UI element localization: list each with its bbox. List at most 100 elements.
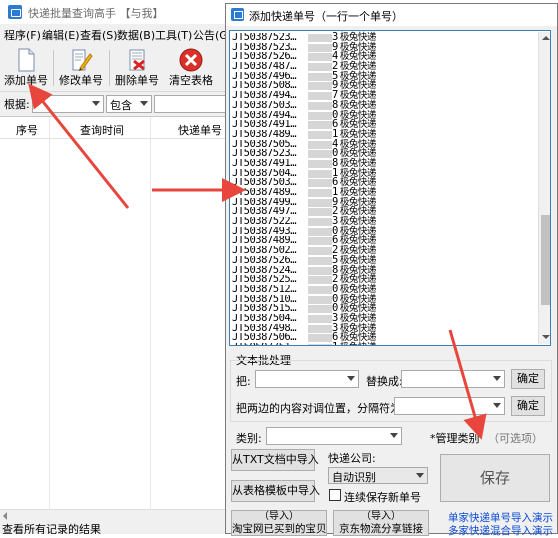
optional-note: （可选项） (488, 432, 543, 445)
import-txt-button[interactable]: 从TXT文档中导入 (231, 449, 319, 471)
redacted-digits (308, 285, 332, 294)
redacted-digits (308, 34, 332, 42)
menu-data[interactable]: 数据(B) (117, 27, 155, 43)
manage-category-link[interactable]: *管理类别 (430, 430, 480, 446)
multi-courier-demo-link[interactable]: 多家快递混合导入演示 (448, 523, 553, 538)
tracking-number: JT50387487… (232, 62, 297, 72)
category-label: 类别: (236, 432, 262, 445)
dialog-title: 添加快递单号（一行一个单号） (249, 10, 403, 23)
tracking-line: JT50507751… 1极兔快递 (232, 341, 377, 345)
import-table-button[interactable]: 从表格模板中导入 (231, 480, 320, 502)
replace-with-label: 替换成: (366, 375, 403, 388)
col-tracking-number[interactable]: 快递单号 (178, 122, 222, 138)
delete-number-button[interactable]: 删除单号 (112, 44, 162, 90)
menu-edit[interactable]: 编辑(E) (42, 27, 80, 43)
tracking-number: JT50387510… (232, 294, 297, 305)
redacted-digits (308, 43, 332, 52)
chevron-down-icon (493, 403, 501, 408)
tracking-number: JT50387489… (232, 188, 297, 198)
chevron-down-icon (140, 101, 148, 106)
continuous-save-checkbox[interactable] (329, 489, 341, 501)
continuous-save-label: 连续保存新单号 (344, 491, 421, 504)
tracking-number: JT50387504… (232, 313, 297, 324)
main-window: 快递批量查询高手 【与我】 程序(F) 编辑(E) 查看(S) 数据(B) 工具… (0, 0, 232, 534)
category-select[interactable] (266, 427, 402, 445)
courier-select[interactable]: 自动识别 (328, 467, 428, 484)
swap-confirm-button[interactable]: 确定 (511, 396, 545, 416)
results-table: 序号 查询时间 快递单号 (0, 116, 228, 510)
chevron-down-icon (390, 433, 398, 438)
redacted-digits (308, 295, 332, 304)
status-bar: 查看所有记录的结果 (0, 521, 228, 534)
redacted-digits (308, 82, 332, 91)
vertical-scrollbar[interactable] (538, 32, 550, 344)
tracking-number: JT50387524… (232, 265, 297, 276)
filter-keyword-input[interactable] (154, 95, 228, 113)
filter-mode-select[interactable]: 包含 (106, 95, 152, 113)
add-number-label: 添加单号 (4, 74, 48, 87)
save-button[interactable]: 保存 (440, 454, 550, 502)
courier-value: 自动识别 (332, 471, 376, 484)
redacted-digits (308, 266, 332, 275)
clear-table-button[interactable]: 清空表格 (166, 44, 216, 90)
replace-to-select[interactable] (401, 370, 505, 388)
clear-table-label: 清空表格 (169, 74, 213, 87)
redacted-digits (308, 218, 332, 227)
separator-select[interactable] (394, 397, 505, 415)
menu-program[interactable]: 程序(F) (4, 27, 41, 43)
redacted-digits (308, 276, 332, 285)
tracking-number: JT50387497… (232, 207, 297, 218)
scroll-left-icon[interactable] (3, 512, 7, 520)
tracking-numbers-textarea[interactable]: JT50387523… 3 极兔快递 JT50387523… 9 极兔快递 JT503875… (229, 30, 551, 346)
redacted-digits (308, 63, 332, 72)
tracking-number: JT50387522… (232, 217, 297, 227)
redacted-digits (308, 256, 332, 265)
menu-view[interactable]: 查看(S) (80, 27, 118, 43)
tracking-number: JT50387489… (232, 236, 297, 247)
edit-number-button[interactable]: 修改单号 (57, 44, 105, 90)
add-number-button[interactable]: 添加单号 (2, 44, 50, 90)
filter-mode-value: 包含 (110, 99, 132, 112)
menu-tools[interactable]: 工具(T) (155, 27, 192, 43)
import-taobao-button[interactable]: （导入） 淘宝网已买到的宝贝 (231, 510, 327, 536)
replace-label: 把: (236, 375, 251, 388)
tracking-number: JT50387489… (232, 129, 297, 140)
tracking-number: JT50387503… (232, 178, 297, 189)
scroll-down-icon[interactable] (542, 335, 550, 339)
import-jd-button[interactable]: （导入） 京东物流分享链接 (333, 510, 429, 536)
scroll-thumb[interactable] (541, 215, 550, 305)
scroll-up-icon[interactable] (542, 36, 550, 40)
redacted-digits (308, 227, 332, 236)
clear-x-icon (179, 48, 203, 72)
filter-field-select[interactable] (32, 95, 104, 113)
col-query-time[interactable]: 查询时间 (80, 122, 124, 138)
tracking-number: JT50387496… (232, 71, 297, 82)
redacted-digits (308, 130, 332, 139)
replace-confirm-button[interactable]: 确定 (511, 369, 545, 389)
tracking-number: JT50387504… (232, 168, 297, 179)
tracking-tail-digit: 1 (332, 341, 338, 345)
tracking-number: JT50387502… (232, 246, 297, 256)
col-index[interactable]: 序号 (16, 122, 38, 138)
tracking-number: JT50387523… (232, 33, 297, 43)
tracking-number: JT50387494… (232, 91, 297, 101)
chevron-down-icon (493, 376, 501, 381)
redacted-digits (308, 92, 332, 101)
courier-name: 极兔快递 (340, 343, 377, 345)
chevron-down-icon (347, 376, 355, 381)
tracking-number: JT50387506… (232, 333, 297, 344)
import-jd-top: （导入） (361, 511, 401, 522)
horizontal-scrollbar[interactable] (0, 509, 228, 521)
menu-bar: 程序(F) 编辑(E) 查看(S) 数据(B) 工具(T) 公告(G) (0, 24, 232, 44)
redacted-digits (308, 179, 332, 188)
tracking-number: JT50387515… (232, 304, 297, 314)
tracking-number: JT50387523… (232, 42, 297, 53)
redacted-digits (308, 53, 332, 62)
redacted-digits (308, 111, 332, 120)
delete-number-label: 删除单号 (115, 74, 159, 87)
redacted-digits (308, 324, 332, 333)
replace-from-select[interactable] (255, 370, 359, 388)
tracking-number: JT50387508… (232, 81, 297, 92)
delete-document-icon (129, 49, 145, 71)
redacted-digits (308, 121, 332, 130)
